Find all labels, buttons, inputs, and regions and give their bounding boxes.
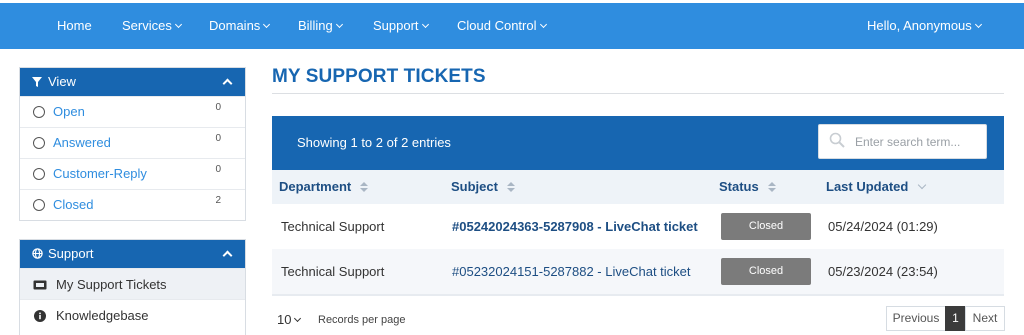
filter-icon bbox=[32, 77, 42, 87]
nav-domains-label: Domains bbox=[209, 18, 261, 33]
chevron-down-icon bbox=[335, 20, 343, 29]
sort-desc-icon bbox=[918, 180, 927, 190]
status-badge: Closed bbox=[721, 213, 811, 240]
view-item-customer-reply[interactable]: Customer-Reply 0 bbox=[20, 158, 245, 189]
entries-info: Showing 1 to 2 of 2 entries bbox=[297, 135, 451, 150]
table-row[interactable]: Technical Support #05232024151-5287882 -… bbox=[272, 249, 1004, 294]
nav-home[interactable]: Home bbox=[57, 3, 92, 49]
col-last-updated[interactable]: Last Updated bbox=[826, 170, 927, 204]
chevron-down-icon bbox=[974, 20, 982, 29]
view-item-label: Open bbox=[53, 104, 85, 119]
ticket-icon bbox=[33, 280, 47, 290]
view-item-label: Closed bbox=[53, 197, 94, 212]
sidebar-item-label: Knowledgebase bbox=[56, 308, 149, 323]
sort-icon bbox=[506, 182, 515, 192]
records-per-page-label: Records per page bbox=[318, 314, 406, 326]
chevron-down-icon bbox=[539, 20, 547, 29]
support-panel: Support My Support Tickets Knowledgebase bbox=[19, 239, 246, 335]
table-toolbar: Showing 1 to 2 of 2 entries bbox=[272, 116, 1004, 170]
view-item-count: 0 bbox=[215, 164, 221, 175]
cell-last-updated: 05/23/2024 (23:54) bbox=[828, 264, 938, 279]
sidebar-item-my-support-tickets[interactable]: My Support Tickets bbox=[20, 268, 245, 299]
sidebar-item-knowledgebase[interactable]: Knowledgebase bbox=[20, 299, 245, 330]
radio-icon[interactable] bbox=[33, 106, 45, 118]
table-footer-rule bbox=[272, 294, 1004, 296]
sort-icon bbox=[360, 182, 369, 192]
view-item-count: 0 bbox=[215, 133, 221, 144]
records-per-page-value: 10 bbox=[277, 312, 292, 327]
search-box[interactable] bbox=[818, 124, 987, 159]
col-department[interactable]: Department bbox=[279, 170, 369, 204]
view-item-count: 0 bbox=[215, 102, 221, 113]
radio-icon[interactable] bbox=[33, 199, 45, 211]
col-subject-label: Subject bbox=[451, 179, 498, 194]
radio-icon[interactable] bbox=[33, 168, 45, 180]
cell-department: Technical Support bbox=[281, 219, 385, 234]
col-subject[interactable]: Subject bbox=[451, 170, 515, 204]
sidebar-item-label: My Support Tickets bbox=[56, 277, 167, 292]
chevron-down-icon bbox=[174, 20, 182, 29]
sort-icon bbox=[767, 182, 776, 192]
globe-icon bbox=[32, 248, 43, 259]
search-input[interactable] bbox=[855, 125, 983, 158]
view-item-open[interactable]: Open 0 bbox=[20, 96, 245, 127]
support-panel-header[interactable]: Support bbox=[20, 240, 245, 268]
nav-billing[interactable]: Billing bbox=[298, 3, 343, 49]
table-row[interactable]: Technical Support #05242024363-5287908 -… bbox=[272, 204, 1004, 249]
chevron-down-icon bbox=[263, 20, 271, 29]
view-panel-title: View bbox=[48, 74, 76, 89]
nav-billing-label: Billing bbox=[298, 18, 333, 33]
status-badge: Closed bbox=[721, 258, 811, 285]
nav-services-label: Services bbox=[122, 18, 172, 33]
view-item-closed[interactable]: Closed 2 bbox=[20, 189, 245, 220]
info-icon bbox=[34, 310, 46, 322]
nav-domains[interactable]: Domains bbox=[209, 3, 271, 49]
view-item-label: Customer-Reply bbox=[53, 166, 147, 181]
view-item-count: 2 bbox=[215, 195, 221, 206]
pagination-previous[interactable]: Previous bbox=[886, 306, 946, 331]
nav-cloud-control-label: Cloud Control bbox=[457, 18, 537, 33]
ticket-subject-link[interactable]: #05232024151-5287882 - LiveChat ticket bbox=[452, 249, 691, 294]
view-item-answered[interactable]: Answered 0 bbox=[20, 127, 245, 158]
page-title: MY SUPPORT TICKETS bbox=[272, 66, 486, 87]
col-last-updated-label: Last Updated bbox=[826, 179, 909, 194]
top-navigation: Home Services Domains Billing Support Cl… bbox=[0, 3, 1024, 49]
nav-home-label: Home bbox=[57, 18, 92, 33]
chevron-up-icon[interactable] bbox=[222, 250, 233, 261]
chevron-down-icon bbox=[294, 314, 302, 323]
col-status-label: Status bbox=[719, 179, 759, 194]
table-header: Department Subject Status Last Updated bbox=[272, 170, 1004, 204]
ticket-subject-link[interactable]: #05242024363-5287908 - LiveChat ticket bbox=[452, 204, 698, 249]
view-panel-header[interactable]: View bbox=[20, 68, 245, 96]
nav-cloud-control[interactable]: Cloud Control bbox=[457, 3, 547, 49]
search-icon bbox=[829, 132, 845, 148]
col-department-label: Department bbox=[279, 179, 352, 194]
nav-user-menu[interactable]: Hello, Anonymous bbox=[867, 3, 982, 49]
radio-icon[interactable] bbox=[33, 137, 45, 149]
nav-services[interactable]: Services bbox=[122, 3, 182, 49]
nav-support-label: Support bbox=[373, 18, 419, 33]
nav-support[interactable]: Support bbox=[373, 3, 429, 49]
pagination-page-1[interactable]: 1 bbox=[945, 306, 966, 331]
chevron-down-icon bbox=[421, 20, 429, 29]
pagination-next[interactable]: Next bbox=[965, 306, 1005, 331]
view-item-label: Answered bbox=[53, 135, 111, 150]
nav-user-label: Hello, Anonymous bbox=[867, 18, 972, 33]
support-panel-title: Support bbox=[48, 246, 94, 261]
view-panel: View Open 0 Answered 0 Customer-Reply 0 Clo… bbox=[19, 67, 246, 221]
records-per-page-select[interactable]: 10 bbox=[277, 312, 302, 327]
col-status[interactable]: Status bbox=[719, 170, 776, 204]
cell-department: Technical Support bbox=[281, 264, 385, 279]
chevron-up-icon[interactable] bbox=[222, 78, 233, 89]
cell-last-updated: 05/24/2024 (01:29) bbox=[828, 219, 938, 234]
title-divider bbox=[272, 93, 1004, 94]
